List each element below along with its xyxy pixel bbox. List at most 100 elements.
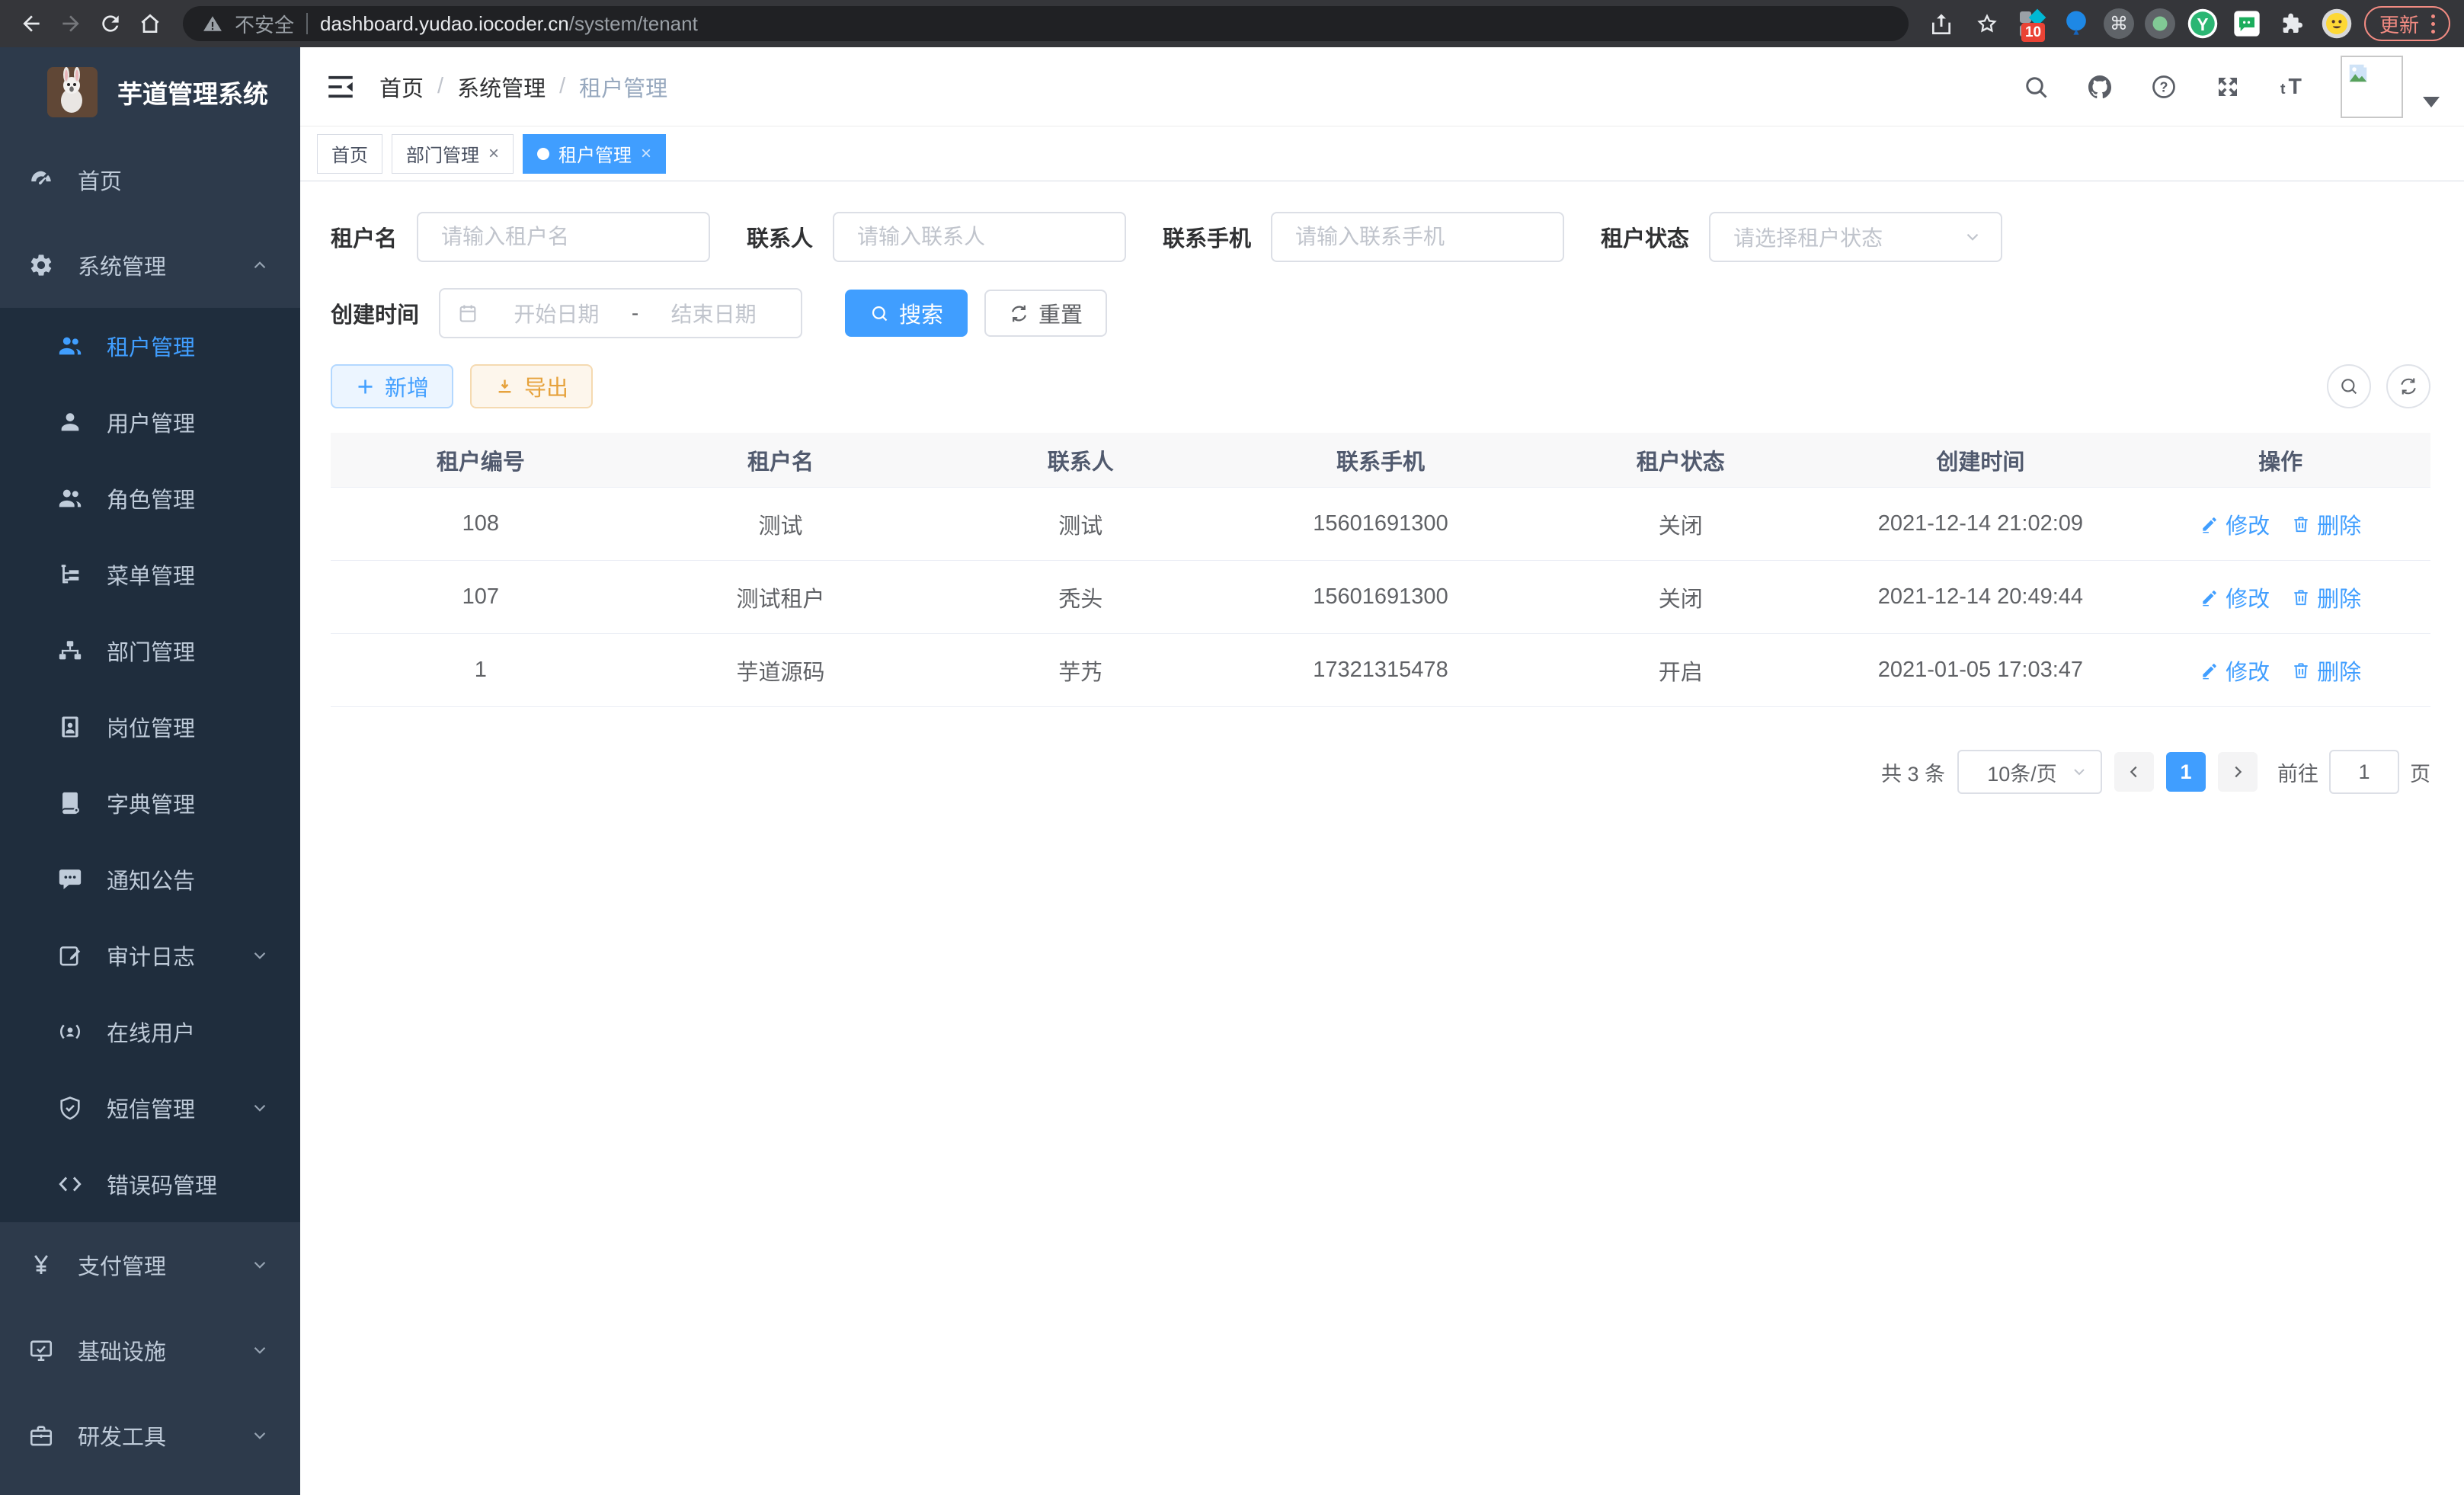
sidebar-item-13[interactable]: 错误码管理 bbox=[0, 1146, 300, 1222]
tab-close-icon[interactable]: × bbox=[641, 143, 651, 165]
dict-book-icon bbox=[56, 789, 84, 817]
chevron-down-icon bbox=[250, 946, 270, 965]
add-button[interactable]: 新增 bbox=[331, 364, 453, 408]
browser-forward-button[interactable] bbox=[53, 6, 88, 41]
user-avatar[interactable] bbox=[2341, 56, 2403, 118]
delete-link[interactable]: 删除 bbox=[2291, 508, 2361, 540]
navbar-actions: ? tT bbox=[2021, 56, 2440, 118]
edit-link[interactable]: 修改 bbox=[2200, 508, 2270, 540]
sidebar-item-10[interactable]: 审计日志 bbox=[0, 917, 300, 994]
toolbar-row: 新增 导出 bbox=[331, 364, 2430, 408]
status-select[interactable]: 请选择租户状态 bbox=[1709, 212, 2002, 262]
top-navbar: 首页 / 系统管理 / 租户管理 ? t bbox=[300, 47, 2464, 126]
delete-link[interactable]: 删除 bbox=[2291, 581, 2361, 613]
contact-label: 联系人 bbox=[747, 221, 813, 253]
edit-link[interactable]: 修改 bbox=[2200, 655, 2270, 687]
extension-tango[interactable]: 10 bbox=[2015, 7, 2049, 40]
extension-y[interactable]: Y bbox=[2186, 7, 2219, 40]
browser-home-button[interactable] bbox=[133, 6, 168, 41]
sidebar-item-16[interactable]: 研发工具 bbox=[0, 1393, 300, 1478]
mobile-input[interactable] bbox=[1271, 212, 1564, 262]
sidebar-logo[interactable]: 芋道管理系统 bbox=[0, 47, 300, 137]
export-button[interactable]: 导出 bbox=[470, 364, 593, 408]
browser-reload-button[interactable] bbox=[93, 6, 128, 41]
browser-toolbar: 不安全 dashboard.yudao.iocoder.cn/system/te… bbox=[0, 0, 2464, 47]
breadcrumb-home[interactable]: 首页 bbox=[379, 71, 424, 103]
extension-command[interactable]: ⌘ bbox=[2104, 8, 2134, 39]
sidebar-item-9[interactable]: 通知公告 bbox=[0, 841, 300, 917]
search-icon bbox=[869, 303, 890, 324]
reset-button[interactable]: 重置 bbox=[984, 290, 1107, 337]
extension-chat[interactable] bbox=[2230, 7, 2264, 40]
browser-actions: 10 ⌘ Y 更新 bbox=[1924, 6, 2450, 41]
avatar-dropdown-caret-icon[interactable] bbox=[2423, 97, 2440, 107]
sidebar-item-12[interactable]: 短信管理 bbox=[0, 1070, 300, 1146]
sitemap-icon bbox=[56, 637, 84, 664]
tag-tab-1[interactable]: 部门管理× bbox=[392, 134, 514, 174]
browser-back-button[interactable] bbox=[14, 6, 49, 41]
cell-name: 测试租户 bbox=[631, 581, 931, 613]
extension-balloon[interactable] bbox=[2059, 7, 2093, 40]
sidebar: 芋道管理系统 首页系统管理租户管理用户管理角色管理菜单管理部门管理岗位管理字典管… bbox=[0, 47, 300, 1495]
sidebar-item-14[interactable]: 支付管理 bbox=[0, 1222, 300, 1308]
sidebar-item-0[interactable]: 首页 bbox=[0, 137, 300, 222]
svg-text:?: ? bbox=[2160, 79, 2168, 94]
header-search-button[interactable] bbox=[2021, 72, 2051, 102]
date-start-placeholder: 开始日期 bbox=[486, 298, 627, 328]
chevron-down-icon bbox=[250, 1340, 270, 1360]
app-title: 芋道管理系统 bbox=[117, 74, 268, 110]
sidebar-item-4[interactable]: 角色管理 bbox=[0, 460, 300, 536]
show-search-toggle-button[interactable] bbox=[2327, 364, 2371, 408]
plus-icon bbox=[355, 376, 376, 397]
page-size-value: 10条/页 bbox=[1974, 757, 2070, 787]
extensions-menu[interactable] bbox=[2274, 6, 2309, 41]
extension-recorder[interactable] bbox=[2145, 8, 2175, 39]
search-button[interactable]: 搜索 bbox=[845, 290, 968, 337]
sidebar-item-3[interactable]: 用户管理 bbox=[0, 384, 300, 460]
sidebar-item-1[interactable]: 系统管理 bbox=[0, 222, 300, 308]
font-size-button[interactable]: tT bbox=[2277, 72, 2307, 102]
table-body: 108测试测试15601691300关闭2021-12-14 21:02:09修… bbox=[331, 488, 2430, 707]
tenant-name-input[interactable] bbox=[417, 212, 710, 262]
page-size-select[interactable]: 10条/页 bbox=[1957, 750, 2102, 794]
tab-close-icon[interactable]: × bbox=[488, 143, 499, 165]
bookmark-button[interactable] bbox=[1970, 6, 2005, 41]
sidebar-collapse-button[interactable] bbox=[325, 71, 357, 103]
sidebar-item-6[interactable]: 部门管理 bbox=[0, 613, 300, 689]
delete-link[interactable]: 删除 bbox=[2291, 655, 2361, 687]
sidebar-item-2[interactable]: 租户管理 bbox=[0, 308, 300, 384]
breadcrumb-system[interactable]: 系统管理 bbox=[457, 71, 546, 103]
edit-link[interactable]: 修改 bbox=[2200, 581, 2270, 613]
sidebar-item-7[interactable]: 岗位管理 bbox=[0, 689, 300, 765]
sidebar-item-15[interactable]: 基础设施 bbox=[0, 1308, 300, 1393]
filter-create-time: 创建时间 开始日期 - 结束日期 bbox=[331, 288, 802, 338]
help-button[interactable]: ? bbox=[2149, 72, 2179, 102]
chrome-update-button[interactable]: 更新 bbox=[2364, 6, 2450, 41]
tag-tab-0[interactable]: 首页 bbox=[317, 134, 382, 174]
sidebar-item-5[interactable]: 菜单管理 bbox=[0, 536, 300, 613]
dashboard-icon bbox=[27, 166, 55, 194]
fullscreen-button[interactable] bbox=[2213, 72, 2243, 102]
refresh-table-button[interactable] bbox=[2386, 364, 2430, 408]
jump-page-input[interactable] bbox=[2329, 750, 2399, 794]
tag-tab-2[interactable]: 租户管理× bbox=[523, 134, 666, 174]
filter-mobile: 联系手机 bbox=[1163, 212, 1564, 262]
contact-input[interactable] bbox=[833, 212, 1126, 262]
date-range-picker[interactable]: 开始日期 - 结束日期 bbox=[439, 288, 802, 338]
share-button[interactable] bbox=[1924, 6, 1959, 41]
sidebar-item-8[interactable]: 字典管理 bbox=[0, 765, 300, 841]
profile-avatar[interactable] bbox=[2320, 7, 2354, 40]
column-header-5: 创建时间 bbox=[1831, 444, 2131, 476]
refresh-icon bbox=[1009, 303, 1029, 324]
filter-row-1: 租户名 联系人 联系手机 租户状态 请选择租户状态 bbox=[331, 212, 2430, 262]
next-page-button[interactable] bbox=[2218, 752, 2258, 792]
active-dot-icon bbox=[537, 148, 549, 160]
address-bar[interactable]: 不安全 dashboard.yudao.iocoder.cn/system/te… bbox=[183, 6, 1909, 41]
command-icon: ⌘ bbox=[2110, 13, 2128, 35]
prev-page-button[interactable] bbox=[2114, 752, 2154, 792]
page-number-1[interactable]: 1 bbox=[2166, 752, 2206, 792]
browser-menu-icon[interactable] bbox=[2431, 14, 2435, 34]
github-link[interactable] bbox=[2085, 72, 2115, 102]
briefcase-icon bbox=[27, 1422, 55, 1449]
sidebar-item-11[interactable]: 在线用户 bbox=[0, 994, 300, 1070]
